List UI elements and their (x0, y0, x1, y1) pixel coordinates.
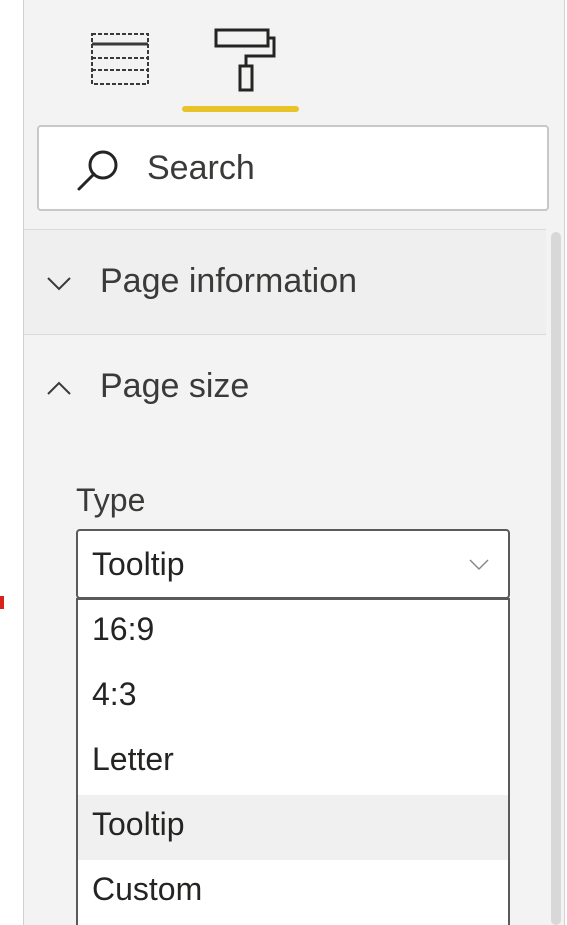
scrollbar[interactable] (551, 232, 561, 925)
fields-icon (91, 33, 149, 85)
tab-format[interactable] (210, 24, 280, 94)
chevron-up-icon (47, 381, 71, 395)
section-page-size[interactable]: Page size (24, 335, 546, 441)
dropdown-option-letter[interactable]: Letter (78, 730, 508, 795)
active-tab-indicator (182, 106, 299, 112)
search-icon (77, 150, 118, 191)
format-pane: Search Page information Page size Type T… (23, 0, 565, 925)
red-indicator-mark (0, 596, 4, 609)
type-label: Type (76, 482, 146, 518)
chevron-down-icon (47, 277, 71, 291)
dropdown-option-tooltip[interactable]: Tooltip (78, 795, 508, 860)
dropdown-option-custom[interactable]: Custom (78, 860, 508, 925)
dropdown-option-4-3[interactable]: 4:3 (78, 665, 508, 730)
page-size-body: Type Tooltip 16:9 4:3 Letter Tooltip Cus… (24, 440, 546, 925)
section-label: Page information (100, 262, 358, 300)
type-dropdown[interactable]: Tooltip (76, 529, 510, 599)
search-input[interactable]: Search (37, 125, 549, 211)
search-placeholder: Search (147, 149, 255, 187)
pane-tabs (24, 0, 564, 120)
dropdown-option-16-9[interactable]: 16:9 (78, 600, 508, 665)
chevron-down-icon (469, 559, 489, 571)
section-label: Page size (100, 367, 250, 405)
dropdown-selected-value: Tooltip (92, 546, 185, 582)
section-page-information[interactable]: Page information (24, 229, 546, 335)
tab-fields[interactable] (90, 30, 150, 90)
dropdown-options-list: 16:9 4:3 Letter Tooltip Custom (76, 598, 510, 925)
paint-roller-icon (214, 28, 276, 92)
